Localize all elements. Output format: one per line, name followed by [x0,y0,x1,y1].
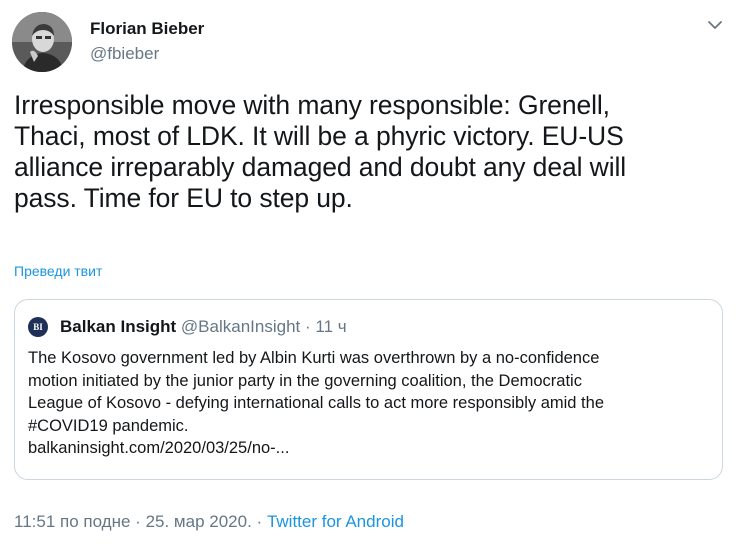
chevron-down-icon[interactable] [706,18,724,32]
quoted-author-name: Balkan Insight [60,317,177,336]
author-info: Florian Bieber @fbieber [90,18,204,65]
translate-tweet-link[interactable]: Преведи твит [14,262,102,280]
tweet-source-link[interactable]: Twitter for Android [267,512,404,531]
quoted-text-line: #COVID19 pandemic. [28,416,189,435]
tweet-time[interactable]: 11:51 по подне [14,512,130,531]
tweet-text-line: alliance irreparably damaged and doubt a… [14,152,627,182]
tweet-text-line: Irresponsible move with many responsible… [14,90,610,120]
separator-dot: · [256,512,263,531]
author-handle[interactable]: @fbieber [90,43,204,65]
tweet-text-line: pass. Time for EU to step up. [14,183,353,213]
quoted-tweet-time: 11 ч [315,317,347,336]
quoted-tweet-link[interactable]: balkaninsight.com/2020/03/25/no-... [28,437,718,460]
author-name[interactable]: Florian Bieber [90,18,204,40]
author-avatar[interactable] [12,12,72,72]
separator-dot: · [135,512,141,531]
quoted-text-line: motion initiated by the junior party in … [28,371,582,390]
quoted-text-line: League of Kosovo - defying international… [28,394,604,412]
tweet-text-line: Thaci, most of LDK. It will be a phyric … [14,121,624,151]
profile-photo-icon [12,12,72,72]
tweet-text: Irresponsible move with many responsible… [14,90,729,214]
quoted-tweet-card[interactable]: BI Balkan Insight @BalkanInsight · 11 ч … [14,299,723,480]
separator-dot: · [304,317,311,336]
tweet-date[interactable]: 25. мар 2020. [146,512,252,531]
quoted-text-line: The Kosovo government led by Albin Kurti… [28,349,600,367]
quoted-tweet-header: Balkan Insight @BalkanInsight · 11 ч [60,316,347,338]
balkan-insight-logo-icon: BI [28,317,48,337]
tweet-card: Florian Bieber @fbieber Irresponsible mo… [0,0,746,548]
quoted-tweet-text: The Kosovo government led by Albin Kurti… [28,347,718,460]
tweet-metadata: 11:51 по подне · 25. мар 2020. · Twitter… [14,511,404,533]
quoted-author-handle: @BalkanInsight [180,317,301,336]
